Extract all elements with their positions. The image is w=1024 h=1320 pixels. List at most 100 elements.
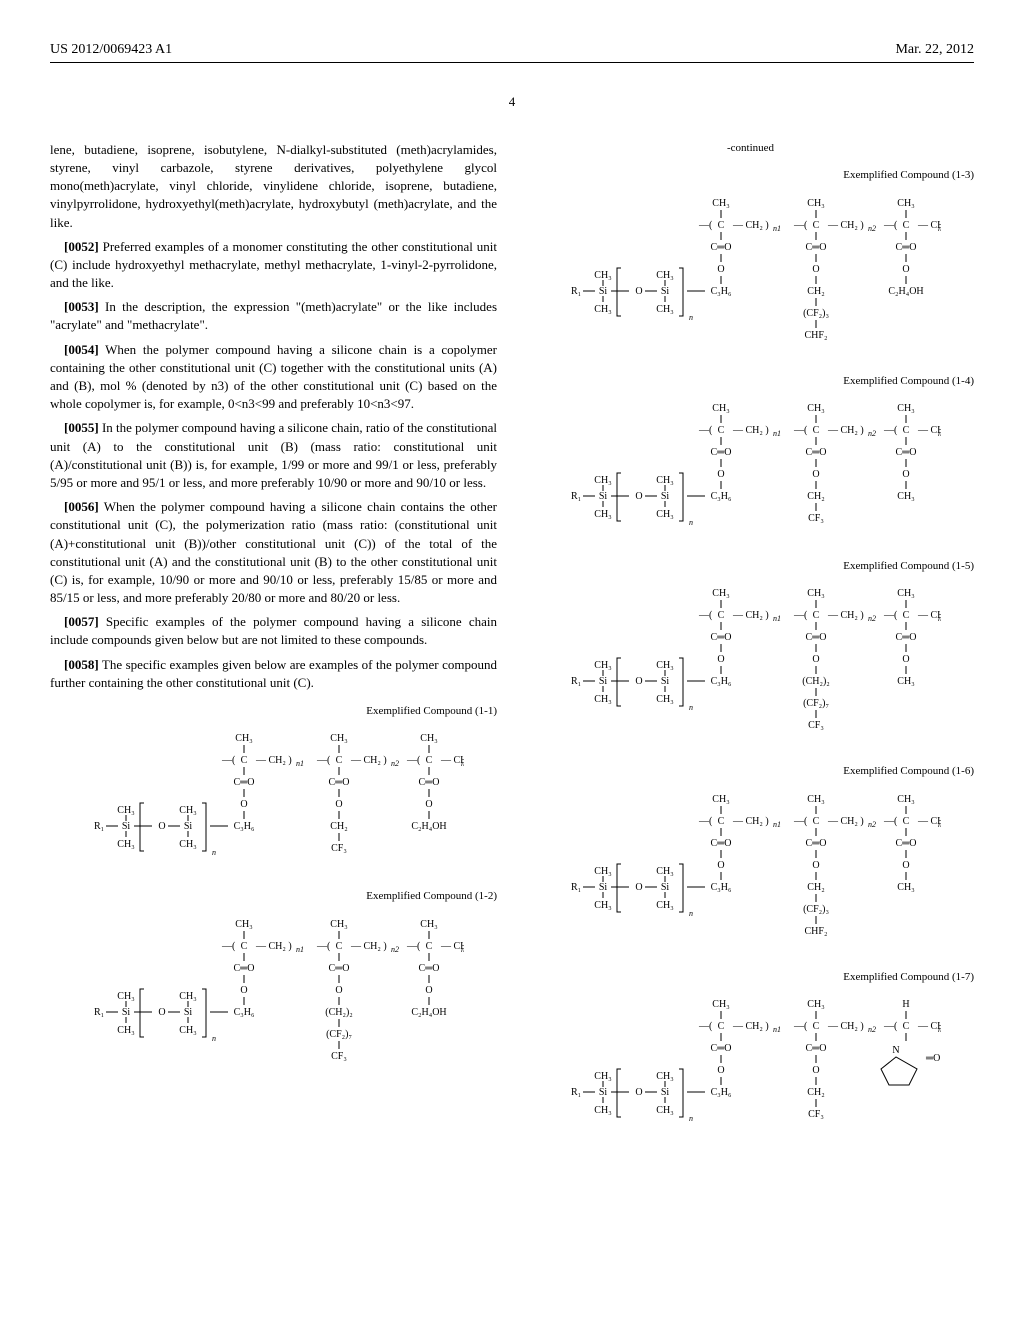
svg-text:— CH₂ ): — CH₂ )	[827, 1021, 864, 1032]
svg-text:O: O	[335, 985, 342, 996]
svg-text:CH₂: CH₂	[807, 882, 824, 893]
svg-text:O: O	[425, 799, 432, 810]
svg-text:R₁: R₁	[571, 491, 581, 502]
svg-text:C₃H₆: C₃H₆	[710, 286, 731, 297]
svg-text:CH₃: CH₃	[897, 676, 914, 687]
svg-text:CH₃: CH₃	[656, 304, 673, 315]
svg-text:C═O: C═O	[895, 242, 916, 253]
svg-text:CH₃: CH₃	[117, 991, 134, 1002]
svg-text:C₂H₄OH: C₂H₄OH	[411, 1007, 446, 1018]
compound-1-7-label: Exemplified Compound (1-7)	[527, 970, 974, 985]
svg-text:—(: —(	[698, 1021, 713, 1032]
svg-text:CH₂: CH₂	[807, 286, 824, 297]
svg-text:CH₃: CH₃	[594, 1071, 611, 1082]
svg-text:CH₃: CH₃	[330, 919, 347, 930]
svg-text:CH₃: CH₃	[712, 794, 729, 805]
svg-text:Si: Si	[660, 676, 669, 687]
svg-text:CH₃: CH₃	[656, 660, 673, 671]
svg-text:C═O: C═O	[805, 632, 826, 643]
compound-1-1-label: Exemplified Compound (1-1)	[50, 704, 497, 719]
svg-text:CH₂: CH₂	[330, 821, 347, 832]
svg-text:C═O: C═O	[805, 1043, 826, 1054]
svg-text:— CH₂ ): — CH₂ )	[732, 816, 769, 827]
para-num: [0055]	[64, 420, 99, 435]
svg-text:CF₃: CF₃	[808, 1109, 824, 1120]
svg-text:n2: n2	[868, 224, 876, 233]
svg-text:C═O: C═O	[233, 777, 254, 788]
svg-text:C═O: C═O	[328, 777, 349, 788]
page-number: 4	[50, 93, 974, 111]
svg-text:Si: Si	[121, 1007, 130, 1018]
svg-text:—(: —(	[316, 755, 331, 766]
svg-text:—(: —(	[698, 425, 713, 436]
svg-text:—(: —(	[406, 941, 421, 952]
svg-text:C₃H₆: C₃H₆	[710, 882, 731, 893]
svg-text:— CH₂ ): — CH₂ )	[732, 425, 769, 436]
svg-text:CH₃: CH₃	[656, 694, 673, 705]
svg-text:CH₃: CH₃	[712, 588, 729, 599]
svg-text:C: C	[335, 941, 342, 952]
svg-text:Si: Si	[660, 491, 669, 502]
svg-text:—(: —(	[793, 220, 808, 231]
svg-text:CH₃: CH₃	[594, 694, 611, 705]
svg-text:O: O	[902, 264, 909, 275]
compound-1-4-structure: CH₃ —(C— CH₂ )n1 C═O O C₃H₆ CH₃ —(C— CH₂…	[527, 393, 974, 543]
svg-text:C═O: C═O	[805, 838, 826, 849]
svg-text:R₁: R₁	[94, 821, 104, 832]
svg-text:CF₃: CF₃	[331, 1051, 347, 1062]
svg-text:CH₃: CH₃	[594, 509, 611, 520]
para-text: When the polymer compound having a silic…	[50, 342, 497, 412]
svg-text:— CH₂ ): — CH₂ )	[255, 755, 292, 766]
compound-1-5-structure: CH₃ —(C— CH₂ )n1 C═O O C₃H₆ CH₃ —(C— CH₂…	[527, 578, 974, 748]
svg-text:n: n	[689, 1114, 693, 1123]
para-num: [0052]	[64, 239, 99, 254]
svg-text:C═O: C═O	[710, 838, 731, 849]
svg-text:CH₃: CH₃	[117, 839, 134, 850]
svg-text:CH₃: CH₃	[594, 475, 611, 486]
para-0058: [0058] The specific examples given below…	[50, 656, 497, 692]
svg-text:CH₃: CH₃	[420, 919, 437, 930]
para-num: [0053]	[64, 299, 99, 314]
svg-text:C: C	[812, 610, 819, 621]
svg-text:CH₃: CH₃	[807, 588, 824, 599]
svg-text:CH₃: CH₃	[656, 509, 673, 520]
svg-text:Si: Si	[660, 286, 669, 297]
svg-text:n2: n2	[391, 759, 399, 768]
svg-text:n: n	[689, 703, 693, 712]
para-continuation: lene, butadiene, isoprene, isobutylene, …	[50, 141, 497, 232]
svg-text:H: H	[902, 999, 909, 1010]
compound-1-1-structure: CH₃ —(C — CH₂ )n1 C═O O C₃H₆ CH₃ —(C — C…	[50, 723, 497, 873]
svg-text:R₁: R₁	[571, 676, 581, 687]
svg-text:O: O	[812, 264, 819, 275]
publication-number: US 2012/0069423 A1	[50, 40, 172, 60]
svg-text:CH₃: CH₃	[594, 900, 611, 911]
svg-text:O: O	[902, 654, 909, 665]
para-num: [0058]	[64, 657, 99, 672]
svg-text:CF₃: CF₃	[331, 843, 347, 854]
svg-text:CH₃: CH₃	[807, 794, 824, 805]
svg-text:CH₃: CH₃	[897, 403, 914, 414]
svg-text:O: O	[240, 799, 247, 810]
svg-text:N: N	[892, 1045, 899, 1056]
svg-text:C: C	[812, 425, 819, 436]
svg-text:O: O	[635, 676, 642, 687]
svg-text:CH₃: CH₃	[656, 1105, 673, 1116]
svg-text:C₃H₆: C₃H₆	[710, 1087, 731, 1098]
svg-text:n: n	[689, 909, 693, 918]
svg-text:—(: —(	[221, 755, 236, 766]
svg-text:—(: —(	[406, 755, 421, 766]
para-text: In the polymer compound having a silicon…	[50, 420, 497, 490]
svg-text:CH₂: CH₂	[807, 491, 824, 502]
svg-text:CH₃: CH₃	[656, 270, 673, 281]
compound-1-2-structure: CH₃ —(C — CH₂ )n1 C═O O C₃H₆ CH₃ —(C — C…	[50, 909, 497, 1079]
svg-text:CH₃: CH₃	[712, 999, 729, 1010]
para-text: Preferred examples of a monomer constitu…	[50, 239, 497, 290]
svg-text:CH₃: CH₃	[179, 805, 196, 816]
svg-text:O: O	[635, 286, 642, 297]
svg-text:Si: Si	[598, 491, 607, 502]
svg-text:—(: —(	[883, 816, 898, 827]
svg-text:CF₃: CF₃	[808, 720, 824, 731]
svg-text:(CH₂)₂: (CH₂)₂	[802, 676, 830, 687]
compound-1-7-structure: CH₃ —(C— CH₂ )n1 C═O O C₃H₆ CH₃ —(C— CH₂…	[527, 989, 974, 1139]
svg-text:(CH₂)₂: (CH₂)₂	[325, 1007, 353, 1018]
